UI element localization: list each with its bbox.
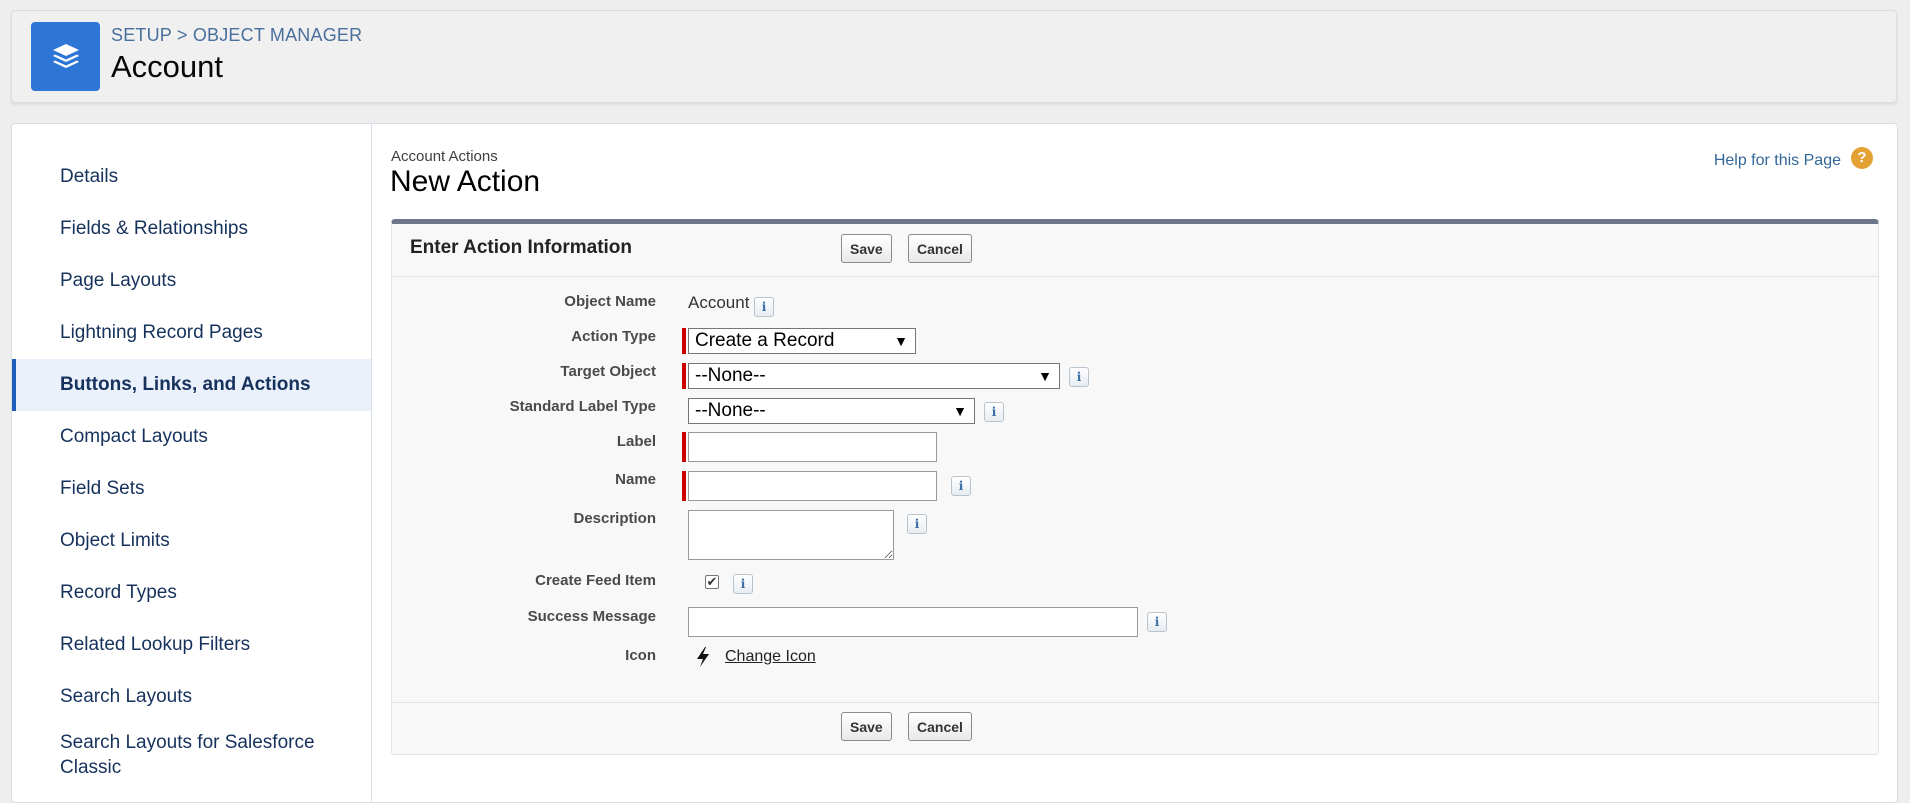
sidebar-item-record-types[interactable]: Record Types <box>12 567 371 619</box>
help-for-this-page-link[interactable]: Help for this Page <box>1714 152 1841 170</box>
form-body: Object Name Account i Action Type Create… <box>392 277 1878 707</box>
description-label: Description <box>573 510 656 527</box>
action-type-select[interactable]: Create a Record ▼ <box>688 328 916 354</box>
description-info-icon[interactable]: i <box>907 514 927 534</box>
sidebar-item-compact-layouts[interactable]: Compact Layouts <box>12 411 371 463</box>
sidebar-item-buttons-links-actions[interactable]: Buttons, Links, and Actions <box>12 359 371 411</box>
standard-label-type-selected: --None-- <box>695 400 766 421</box>
sidebar-item-search-layouts[interactable]: Search Layouts <box>12 671 371 723</box>
breadcrumb-object-manager-link[interactable]: OBJECT MANAGER <box>193 25 363 45</box>
lightning-bolt-icon <box>694 646 712 673</box>
layers-icon <box>31 22 100 91</box>
change-icon-link[interactable]: Change Icon <box>725 648 816 666</box>
standard-label-type-info-icon[interactable]: i <box>984 402 1004 422</box>
main-card: Details Fields & Relationships Page Layo… <box>11 123 1898 803</box>
chevron-down-icon: ▼ <box>894 333 908 349</box>
sidebar-item-search-layouts-classic[interactable]: Search Layouts for Salesforce Classic <box>12 723 371 790</box>
section-title: Enter Action Information <box>410 237 633 258</box>
sidebar-item-details[interactable]: Details <box>12 151 371 203</box>
sidebar-item-object-limits[interactable]: Object Limits <box>12 515 371 567</box>
name-field-label: Name <box>615 471 656 488</box>
action-type-label: Action Type <box>571 328 656 345</box>
cancel-button-top[interactable]: Cancel <box>908 234 972 263</box>
create-feed-item-info-icon[interactable]: i <box>733 574 753 594</box>
target-object-select[interactable]: --None-- ▼ <box>688 363 1060 389</box>
object-name-value: Account <box>688 293 750 312</box>
page-header: SETUP > OBJECT MANAGER Account <box>11 10 1897 103</box>
target-object-info-icon[interactable]: i <box>1069 367 1089 387</box>
chevron-down-icon: ▼ <box>1038 368 1052 384</box>
object-name-info-icon[interactable]: i <box>754 297 774 317</box>
sidebar-nav: Details Fields & Relationships Page Layo… <box>12 124 372 802</box>
success-message-input[interactable] <box>688 607 1138 637</box>
action-type-selected: Create a Record <box>695 330 835 351</box>
breadcrumb-setup-link[interactable]: SETUP <box>111 25 172 45</box>
create-feed-item-label: Create Feed Item <box>535 572 656 589</box>
standard-label-type-select[interactable]: --None-- ▼ <box>688 398 975 424</box>
label-input[interactable] <box>688 432 937 462</box>
name-input[interactable] <box>688 471 937 501</box>
sidebar-item-page-layouts[interactable]: Page Layouts <box>12 255 371 307</box>
standard-label-type-label: Standard Label Type <box>509 398 656 415</box>
sidebar-item-related-lookup-filters[interactable]: Related Lookup Filters <box>12 619 371 671</box>
sidebar-item-field-sets[interactable]: Field Sets <box>12 463 371 515</box>
chevron-down-icon: ▼ <box>953 403 967 419</box>
object-name-label: Object Name <box>564 293 656 310</box>
sidebar-item-fields-relationships[interactable]: Fields & Relationships <box>12 203 371 255</box>
breadcrumb: SETUP > OBJECT MANAGER <box>111 25 362 46</box>
action-type-required-indicator <box>682 328 686 354</box>
save-button-bottom[interactable]: Save <box>841 712 892 741</box>
form-footer: Save Cancel <box>392 702 1878 754</box>
label-field-label: Label <box>616 433 656 450</box>
name-required-indicator <box>682 471 686 501</box>
content-area: Account Actions New Action Help for this… <box>372 124 1897 802</box>
target-object-label: Target Object <box>560 363 656 380</box>
success-message-info-icon[interactable]: i <box>1147 612 1167 632</box>
icon-field-label: Icon <box>625 647 656 664</box>
form-header: Enter Action Information Save Cancel <box>392 224 1878 277</box>
action-title: New Action <box>390 165 541 198</box>
label-required-indicator <box>682 432 686 462</box>
cancel-button-bottom[interactable]: Cancel <box>908 712 972 741</box>
page-subtitle: Account Actions <box>391 148 498 165</box>
target-object-selected: --None-- <box>695 365 766 386</box>
success-message-label: Success Message <box>527 608 656 625</box>
name-info-icon[interactable]: i <box>951 476 971 496</box>
action-form: Enter Action Information Save Cancel Obj… <box>391 219 1879 755</box>
target-object-required-indicator <box>682 363 686 389</box>
page-title: Account <box>111 49 224 84</box>
create-feed-item-checkbox[interactable]: ✔ <box>705 575 719 589</box>
sidebar-item-lightning-record-pages[interactable]: Lightning Record Pages <box>12 307 371 359</box>
description-textarea[interactable] <box>688 510 894 560</box>
help-icon[interactable]: ? <box>1851 147 1873 169</box>
save-button-top[interactable]: Save <box>841 234 892 263</box>
breadcrumb-separator: > <box>176 25 188 45</box>
